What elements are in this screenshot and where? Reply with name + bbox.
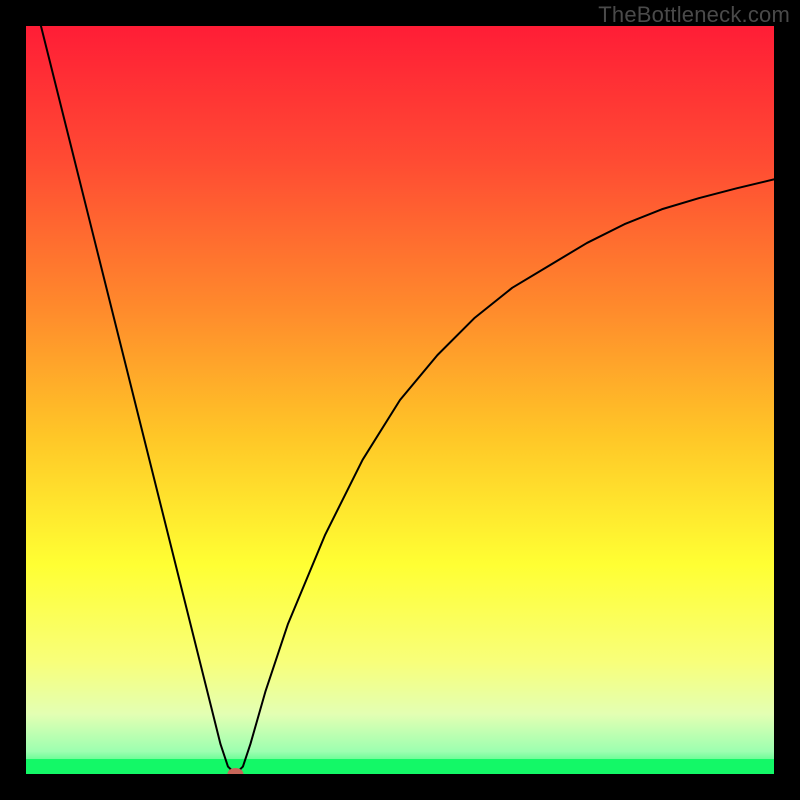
green-band bbox=[26, 759, 774, 774]
chart-frame: TheBottleneck.com bbox=[0, 0, 800, 800]
bottleneck-chart bbox=[26, 26, 774, 774]
watermark-text: TheBottleneck.com bbox=[598, 2, 790, 28]
